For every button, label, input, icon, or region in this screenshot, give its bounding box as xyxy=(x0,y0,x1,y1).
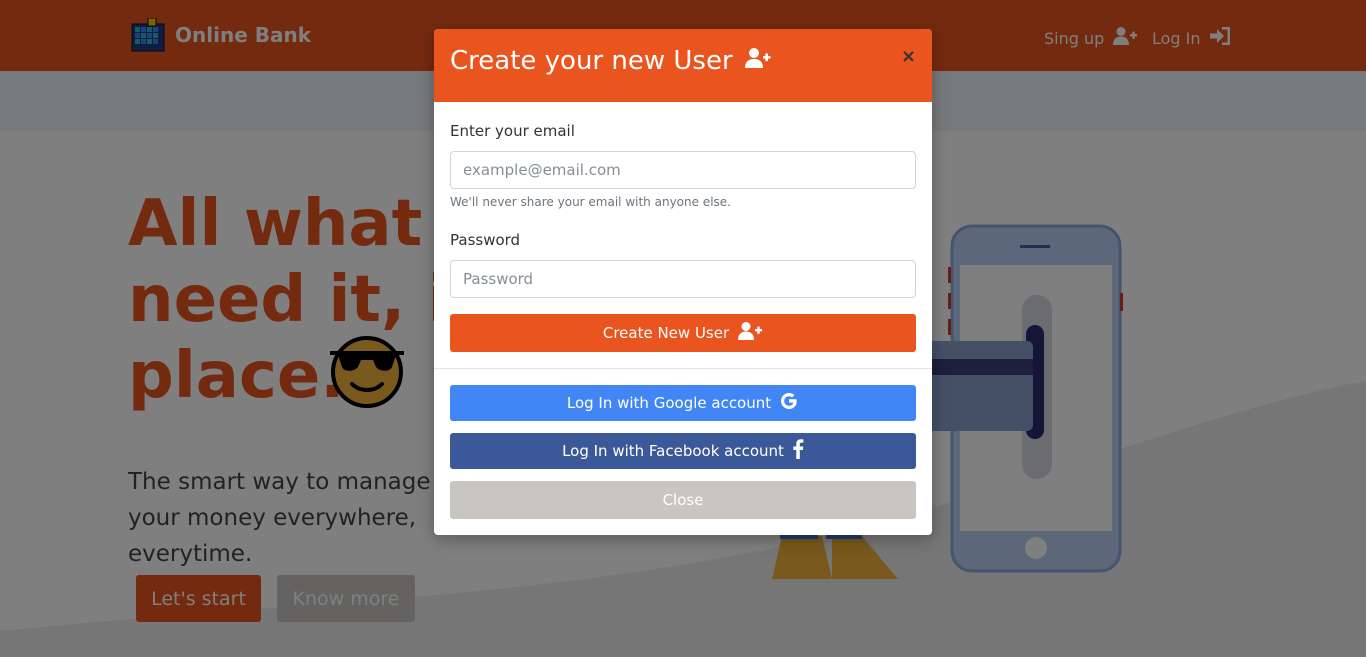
password-field[interactable] xyxy=(450,260,916,298)
email-help-text: We'll never share your email with anyone… xyxy=(450,195,731,209)
modal-title-text: Create your new User xyxy=(450,46,733,76)
google-login-label: Log In with Google account xyxy=(566,394,772,412)
google-login-button[interactable]: Log In with Google account xyxy=(450,385,916,421)
modal-header: Create your new User × xyxy=(434,29,932,102)
password-label: Password xyxy=(450,231,521,249)
facebook-login-label: Log In with Facebook account xyxy=(562,442,784,460)
email-label: Enter your email xyxy=(450,122,575,140)
create-user-modal: Create your new User × Enter your email … xyxy=(434,29,932,535)
modal-close-button[interactable]: × xyxy=(901,48,916,66)
user-plus-icon xyxy=(737,321,763,345)
facebook-login-button[interactable]: Log In with Facebook account xyxy=(450,433,916,469)
facebook-icon xyxy=(792,439,804,463)
email-field[interactable] xyxy=(450,151,916,189)
create-new-user-label: Create New User xyxy=(602,324,730,342)
create-new-user-button[interactable]: Create New User xyxy=(450,314,916,352)
modal-divider xyxy=(434,368,932,369)
modal-title: Create your new User xyxy=(450,46,771,76)
user-plus-icon xyxy=(744,46,771,76)
close-button[interactable]: Close xyxy=(450,481,916,519)
google-icon xyxy=(779,391,799,415)
